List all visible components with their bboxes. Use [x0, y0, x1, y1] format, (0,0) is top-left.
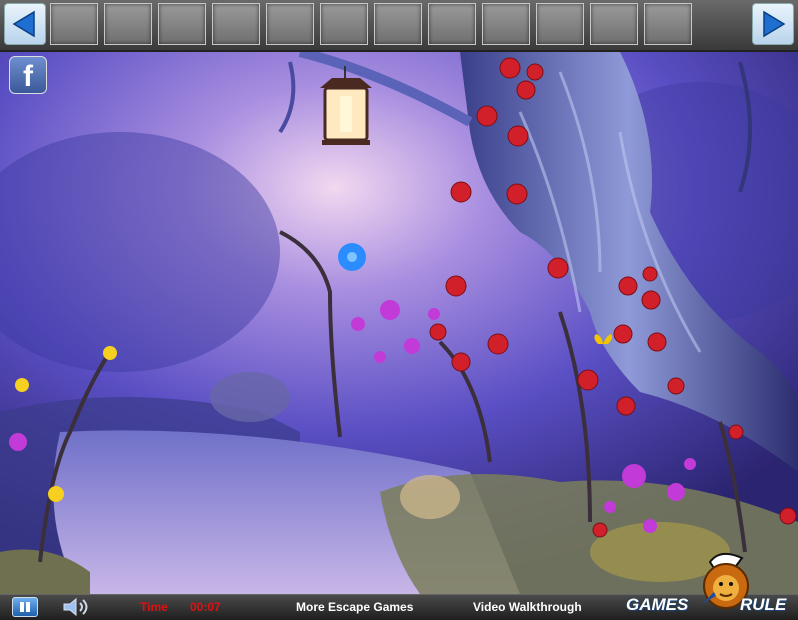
inventory-slot[interactable]: [644, 3, 692, 45]
inventory-slot[interactable]: [158, 3, 206, 45]
speaker-icon[interactable]: [60, 596, 94, 618]
inventory-slot[interactable]: [590, 3, 638, 45]
time-label: Time: [140, 600, 168, 614]
inventory-slot[interactable]: [104, 3, 152, 45]
prev-arrow-button[interactable]: [4, 3, 46, 45]
pause-button[interactable]: [12, 597, 38, 617]
yellow-flower[interactable]: [103, 346, 117, 360]
inventory-slot[interactable]: [374, 3, 422, 45]
more-escape-games-link[interactable]: More Escape Games: [296, 600, 413, 614]
inventory-slot[interactable]: [482, 3, 530, 45]
right-arrow-icon: [763, 10, 786, 38]
video-walkthrough-link[interactable]: Video Walkthrough: [473, 600, 582, 614]
game-scene[interactable]: [0, 52, 798, 594]
forest-scene-illustration: [0, 52, 798, 594]
facebook-icon: f: [23, 60, 33, 93]
yellow-flower[interactable]: [15, 378, 29, 392]
next-arrow-button[interactable]: [752, 3, 794, 45]
left-arrow-icon: [12, 10, 35, 38]
inventory-slot[interactable]: [50, 3, 98, 45]
games-rule-logo[interactable]: GAMES RULE: [626, 548, 796, 618]
inventory-slot[interactable]: [266, 3, 314, 45]
blue-flower[interactable]: [338, 243, 366, 271]
inventory-slot[interactable]: [428, 3, 476, 45]
logo-word-rule: RULE: [740, 595, 787, 614]
inventory-slot[interactable]: [212, 3, 260, 45]
inventory-slot[interactable]: [320, 3, 368, 45]
inventory-slots: [50, 3, 750, 47]
yellow-flower[interactable]: [48, 486, 64, 502]
inventory-slot[interactable]: [536, 3, 584, 45]
logo-word-games: GAMES: [626, 595, 689, 614]
facebook-button[interactable]: f: [9, 56, 47, 94]
time-value: 00:07: [190, 600, 221, 614]
inventory-bar: [0, 0, 798, 52]
